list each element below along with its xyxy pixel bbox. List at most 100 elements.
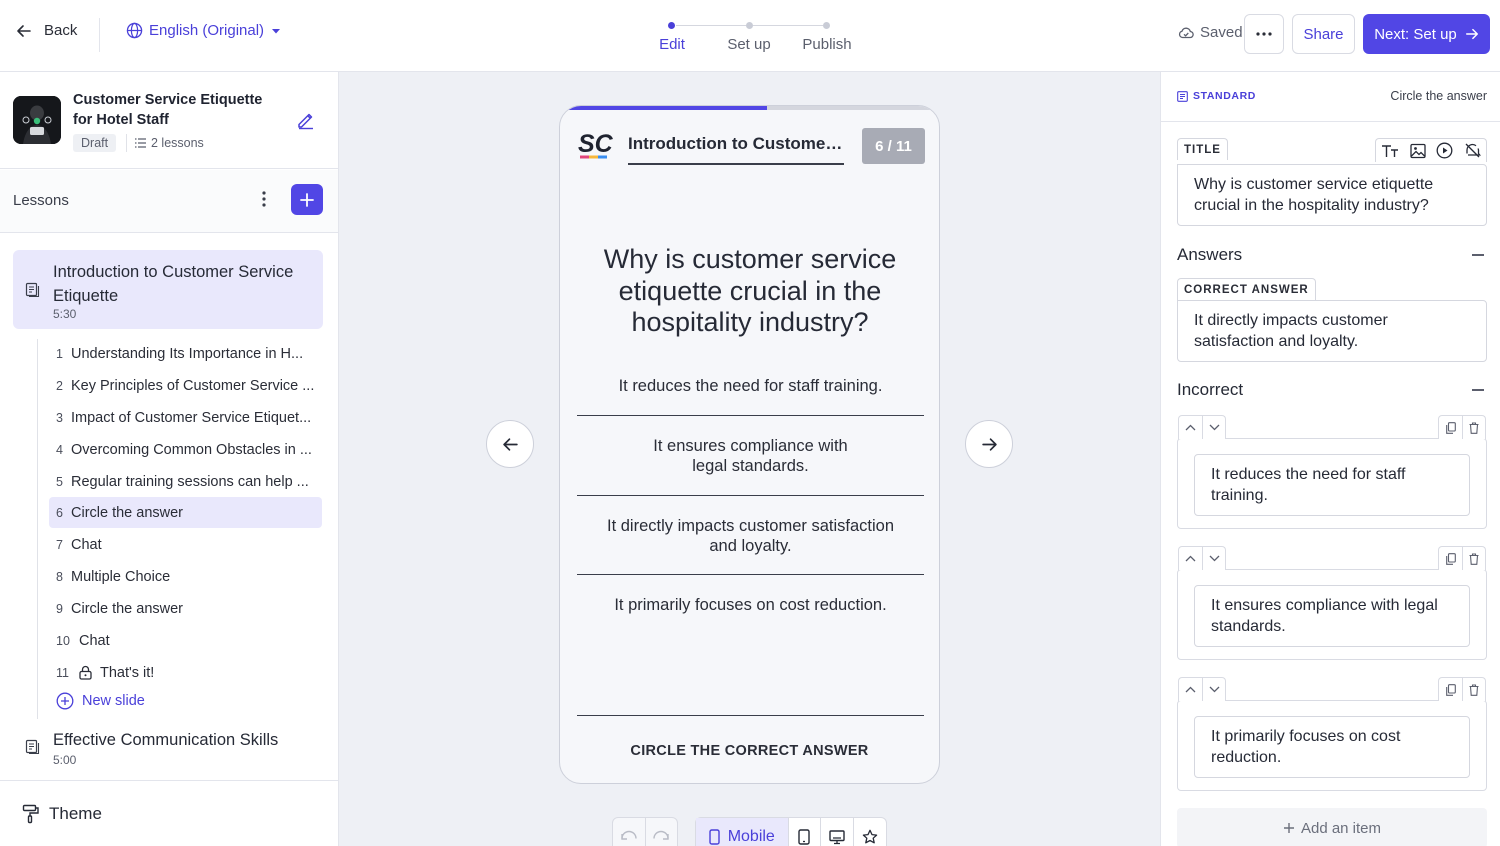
step-connector [753, 25, 823, 26]
lesson-count-label: 2 lessons [151, 136, 204, 150]
add-item-button[interactable]: Add an item [1177, 808, 1487, 846]
question-text: Why is customer service etiquette crucia… [603, 244, 897, 337]
copy-icon[interactable] [1439, 678, 1462, 701]
theme-label: Theme [49, 804, 102, 823]
edit-course-button[interactable] [296, 110, 316, 130]
slide-item-11[interactable]: 11 That's it! [49, 657, 322, 688]
mobile-view-button[interactable]: Mobile [696, 818, 788, 846]
saved-label: Saved [1200, 24, 1243, 41]
trash-icon[interactable] [1462, 547, 1485, 570]
incorrect-answer-input[interactable]: It reduces the need for staff training. [1194, 454, 1470, 516]
desktop-view-button[interactable] [820, 818, 853, 846]
add-lesson-button[interactable] [291, 184, 323, 215]
copy-icon[interactable] [1439, 547, 1462, 570]
slide-number: 4 [56, 442, 63, 457]
tablet-view-button[interactable] [787, 818, 821, 846]
slide-item-2[interactable]: 2 Key Principles of Customer Service ... [49, 370, 322, 401]
reorder-controls [1178, 677, 1226, 701]
correct-answer-input[interactable]: It directly impacts customer satisfactio… [1177, 300, 1487, 362]
slide-title: Chat [79, 632, 110, 649]
globe-icon [126, 22, 143, 39]
slide-item-8[interactable]: 8 Multiple Choice [49, 561, 322, 592]
slide-item-7[interactable]: 7 Chat [49, 529, 322, 560]
theme-button[interactable]: Theme [22, 804, 102, 824]
slide-item-9[interactable]: 9 Circle the answer [49, 593, 322, 624]
slide-number: 9 [56, 601, 63, 616]
trash-icon[interactable] [1462, 416, 1485, 439]
list-icon [135, 138, 146, 148]
slide-type-badge: STANDARD [1177, 90, 1256, 102]
step-edit[interactable]: Edit [659, 36, 685, 53]
answer-option-4[interactable]: It primarily focuses on cost reduction. [577, 595, 924, 615]
image-icon[interactable] [1410, 143, 1426, 159]
chevron-down-icon[interactable] [1202, 416, 1225, 439]
type-badge-label: STANDARD [1193, 90, 1256, 102]
divider [126, 134, 127, 152]
collapse-incorrect-button[interactable] [1472, 389, 1484, 391]
slide-item-10[interactable]: 10 Chat [49, 625, 322, 656]
slide-number: 2 [56, 378, 63, 393]
step-indicator: Edit Set up Publish [640, 18, 870, 58]
chevron-down-icon[interactable] [1202, 547, 1225, 570]
mute-icon[interactable] [1464, 142, 1481, 159]
slide-title: Regular training sessions can help ... [71, 473, 309, 490]
language-selector[interactable]: English (Original) [126, 22, 282, 39]
next-slide-button[interactable] [965, 420, 1013, 468]
star-icon [862, 829, 878, 845]
redo-button[interactable] [644, 818, 677, 846]
previous-slide-button[interactable] [486, 420, 534, 468]
undo-button[interactable] [613, 818, 645, 846]
slide-item-3[interactable]: 3 Impact of Customer Service Etiquet... [49, 402, 322, 433]
arrow-right-icon [1465, 27, 1479, 41]
slide-number: 8 [56, 569, 63, 584]
slide-counter: 6 / 11 [862, 128, 925, 164]
monitor-icon [829, 829, 845, 845]
lesson-title: Effective Communication Skills [53, 731, 279, 749]
reorder-controls [1178, 415, 1226, 439]
answer-option-1[interactable]: It reduces the need for staff training. [577, 376, 924, 396]
option-divider [577, 495, 924, 496]
title-input[interactable]: Why is customer service etiquette crucia… [1177, 164, 1487, 226]
tablet-icon [798, 829, 811, 845]
slide-item-5[interactable]: 5 Regular training sessions can help ... [49, 466, 322, 497]
favorite-view-button[interactable] [853, 818, 886, 846]
slide-item-4[interactable]: 4 Overcoming Common Obstacles in ... [49, 434, 322, 465]
logo-text: SC [578, 130, 614, 158]
more-options-button[interactable] [1244, 14, 1284, 54]
more-vertical-icon [258, 190, 270, 208]
option-divider [577, 415, 924, 416]
chevron-down-icon[interactable] [1202, 678, 1225, 701]
slide-title: Circle the answer [71, 600, 184, 617]
lesson-item-introduction[interactable]: Introduction to Customer Service Etiquet… [13, 250, 323, 329]
lessons-header: Lessons [0, 170, 338, 233]
new-slide-button[interactable]: New slide [56, 692, 145, 710]
chevron-up-icon[interactable] [1179, 416, 1202, 439]
chevron-up-icon[interactable] [1179, 547, 1202, 570]
pencil-icon [296, 110, 316, 130]
editor-header: STANDARD Circle the answer [1161, 72, 1500, 122]
step-publish[interactable]: Publish [802, 36, 851, 53]
share-button[interactable]: Share [1292, 14, 1355, 54]
chevron-up-icon[interactable] [1179, 678, 1202, 701]
lesson-item-communication[interactable]: Effective Communication Skills 5:00 [13, 722, 323, 772]
device-toolbar: Mobile [695, 817, 887, 846]
play-circle-icon[interactable] [1436, 142, 1453, 159]
slide-item-1[interactable]: 1 Understanding Its Importance in H... [49, 338, 322, 369]
answer-option-2[interactable]: It ensures compliance with legal standar… [577, 436, 924, 476]
answers-heading: Answers [1177, 245, 1243, 264]
back-button[interactable]: Back [16, 22, 77, 39]
slide-item-6[interactable]: 6 Circle the answer [49, 497, 322, 528]
trash-icon[interactable] [1462, 678, 1485, 701]
incorrect-answer-input[interactable]: It ensures compliance with legal standar… [1194, 585, 1470, 647]
incorrect-answer-input[interactable]: It primarily focuses on cost reduction. [1194, 716, 1470, 778]
step-dot-edit [668, 22, 675, 29]
text-size-icon[interactable] [1381, 143, 1399, 159]
step-setup[interactable]: Set up [727, 36, 770, 53]
answer-option-3[interactable]: It directly impacts customer satisfactio… [577, 516, 924, 556]
copy-icon[interactable] [1439, 416, 1462, 439]
slide-title: Circle the answer [71, 504, 184, 521]
next-setup-button[interactable]: Next: Set up [1363, 14, 1490, 54]
lessons-menu-button[interactable] [258, 190, 270, 208]
step-connector [676, 25, 746, 26]
collapse-answers-button[interactable] [1472, 254, 1484, 256]
